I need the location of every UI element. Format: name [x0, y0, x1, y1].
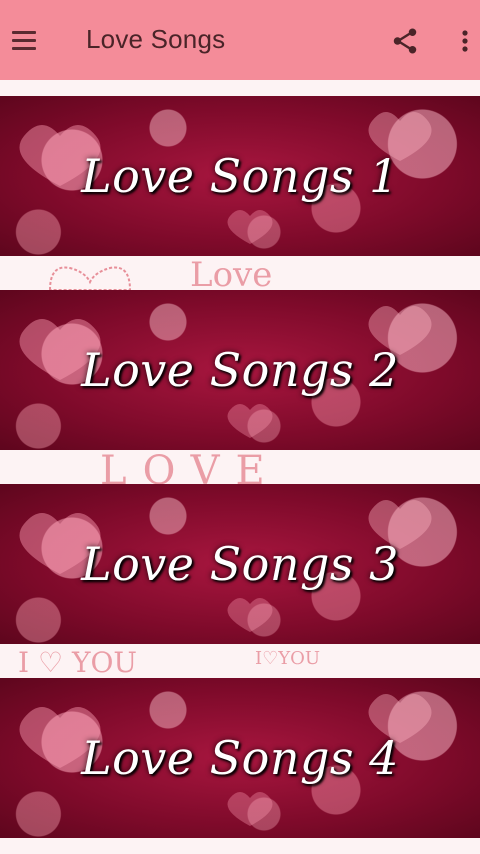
banner-love-songs-3[interactable]: Love Songs 3	[0, 484, 480, 644]
banner-label: Love Songs 4	[81, 731, 399, 785]
banner-label: Love Songs 3	[81, 537, 399, 591]
app-bar: Love Songs	[0, 0, 480, 80]
doodle-i-love-you-text: I ♡ YOU	[18, 646, 137, 679]
more-vert-icon[interactable]	[455, 26, 475, 56]
banner-love-songs-4[interactable]: Love Songs 4	[0, 678, 480, 838]
banner-love-songs-1[interactable]: Love Songs 1	[0, 96, 480, 256]
doodle-love-text: Love	[190, 255, 273, 295]
doodle-i-love-you-small-text: I♡YOU	[255, 648, 321, 669]
banner-label: Love Songs 2	[81, 343, 399, 397]
app-title: Love Songs	[86, 24, 226, 54]
lace-heart-icon	[48, 266, 132, 291]
hamburger-menu-icon[interactable]	[12, 26, 40, 54]
banner-love-songs-2[interactable]: Love Songs 2	[0, 290, 480, 450]
banner-label: Love Songs 1	[81, 149, 399, 203]
share-icon[interactable]	[390, 26, 420, 56]
